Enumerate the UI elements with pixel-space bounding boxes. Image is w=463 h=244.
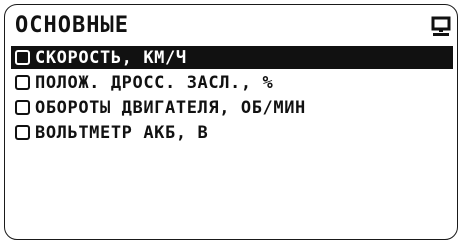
parameter-label: ВОЛЬТМЕТР АКБ, В	[35, 122, 209, 143]
checkbox-icon[interactable]	[15, 50, 30, 65]
header: ОСНОВНЫЕ	[5, 5, 457, 45]
checkbox-icon[interactable]	[15, 100, 30, 115]
screen-title: ОСНОВНЫЕ	[15, 13, 129, 38]
display-screen: ОСНОВНЫЕ СКОРОСТЬ, КМ/Ч ПОЛОЖ. ДРОСС. ЗА…	[4, 4, 458, 240]
parameter-list: СКОРОСТЬ, КМ/Ч ПОЛОЖ. ДРОСС. ЗАСЛ., % ОБ…	[11, 46, 453, 146]
checkbox-icon[interactable]	[15, 75, 30, 90]
parameter-label: ОБОРОТЫ ДВИГАТЕЛЯ, ОБ/МИН	[35, 97, 306, 118]
parameter-item-engine-rpm[interactable]: ОБОРОТЫ ДВИГАТЕЛЯ, ОБ/МИН	[11, 96, 453, 119]
parameter-item-throttle[interactable]: ПОЛОЖ. ДРОСС. ЗАСЛ., %	[11, 71, 453, 94]
display-menu-icon[interactable]	[431, 16, 451, 38]
parameter-label: ПОЛОЖ. ДРОСС. ЗАСЛ., %	[35, 72, 274, 93]
checkbox-icon[interactable]	[15, 125, 30, 140]
parameter-item-speed[interactable]: СКОРОСТЬ, КМ/Ч	[11, 46, 453, 69]
parameter-item-battery-voltmeter[interactable]: ВОЛЬТМЕТР АКБ, В	[11, 121, 453, 144]
parameter-label: СКОРОСТЬ, КМ/Ч	[35, 47, 187, 68]
